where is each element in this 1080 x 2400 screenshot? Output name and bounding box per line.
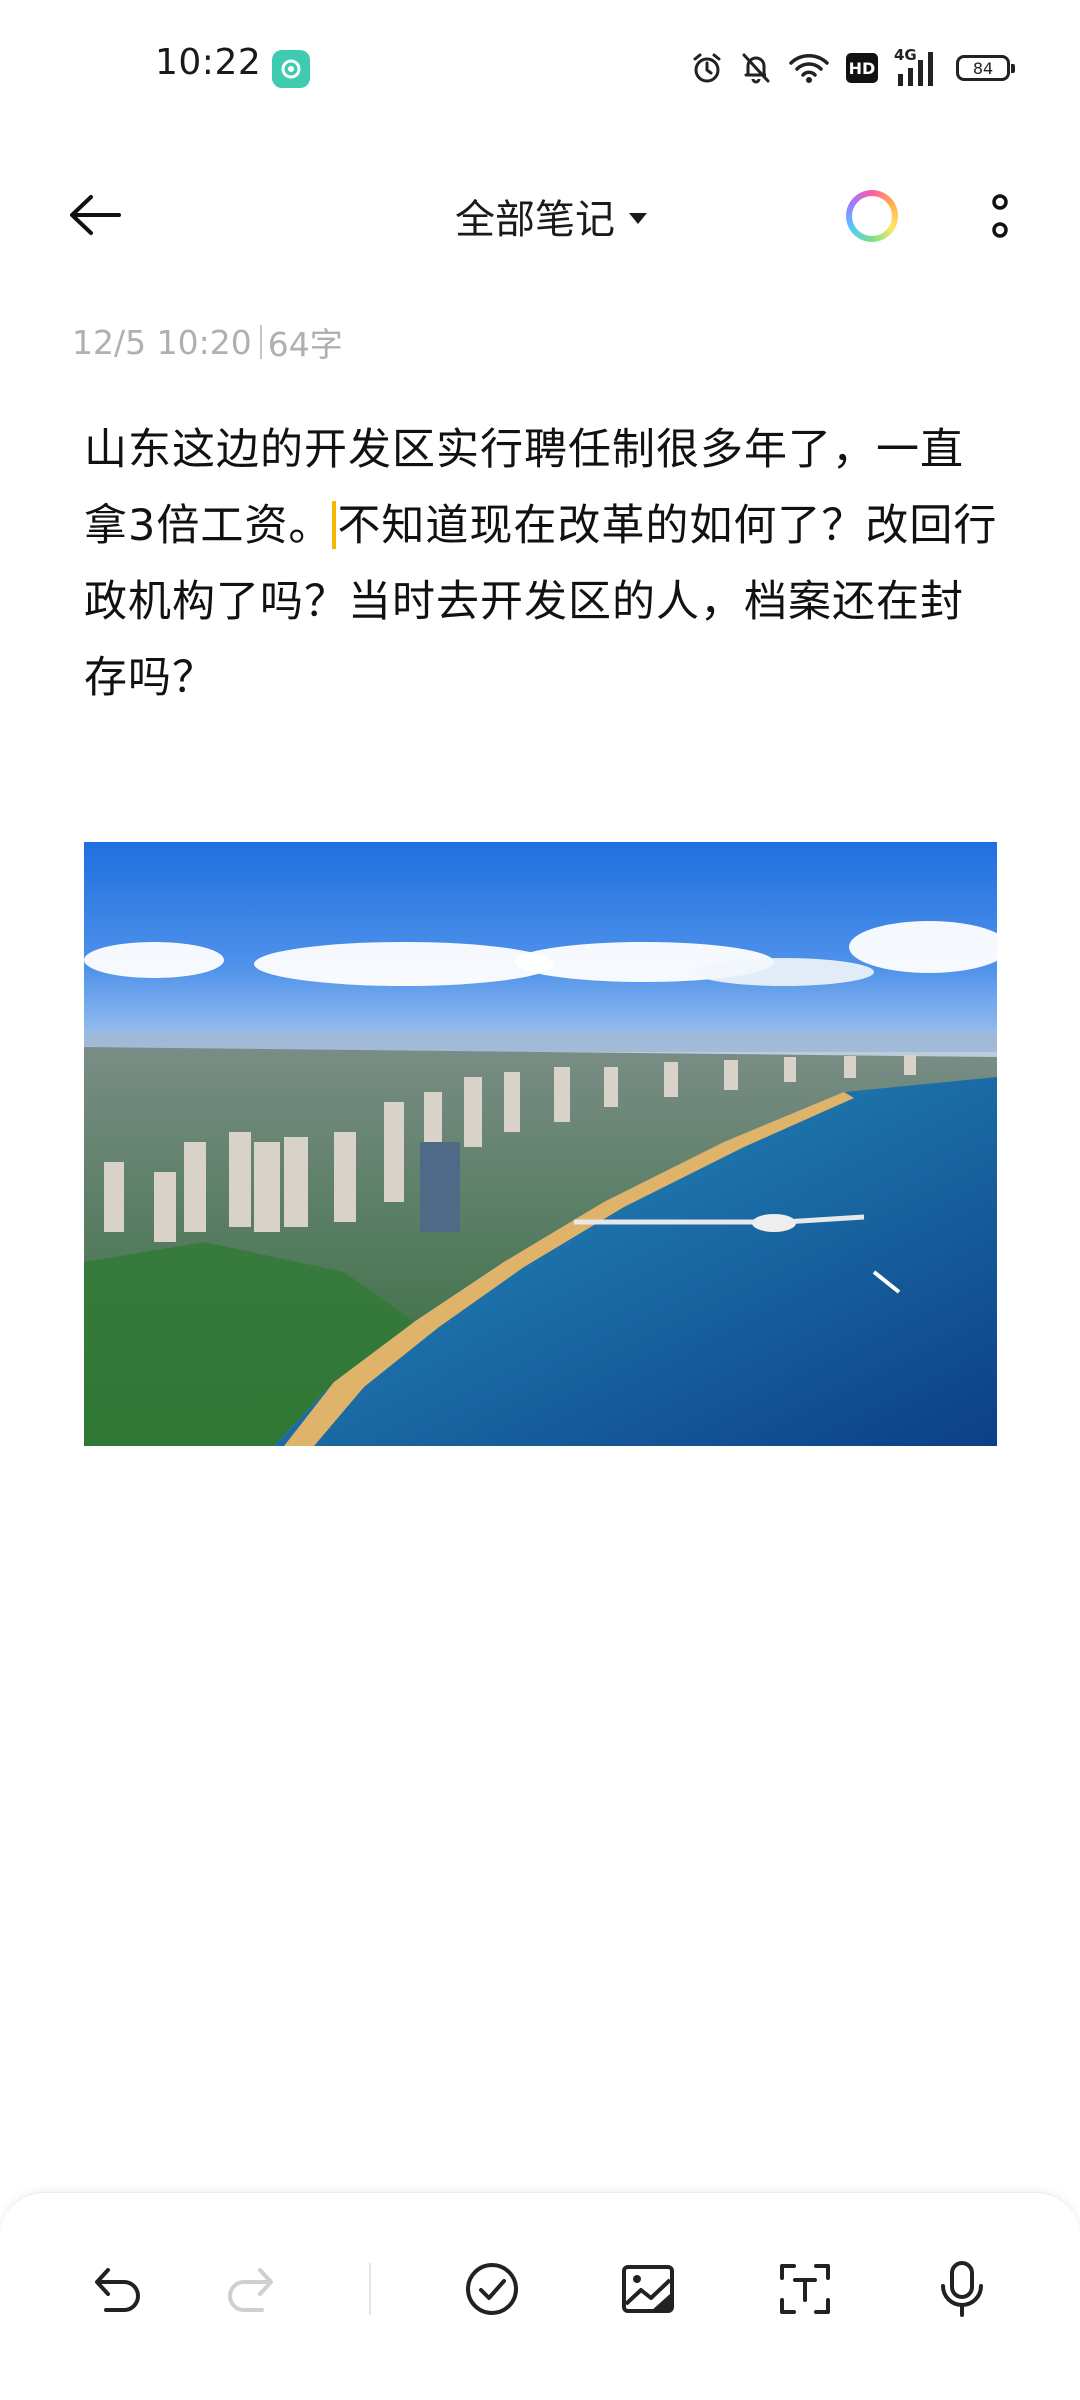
note-image[interactable] xyxy=(84,842,997,1446)
redo-button[interactable] xyxy=(210,2249,290,2329)
coastal-city-photo xyxy=(84,842,997,1446)
back-button[interactable] xyxy=(60,182,130,248)
check-circle-icon xyxy=(466,2263,518,2315)
undo-icon xyxy=(95,2268,140,2312)
voice-input-button[interactable] xyxy=(922,2249,1002,2329)
redo-icon xyxy=(228,2268,273,2312)
checklist-button[interactable] xyxy=(452,2249,532,2329)
word-count: 64字 xyxy=(267,325,343,364)
note-date: 12/5 10:20 xyxy=(72,322,252,362)
text-cursor xyxy=(332,501,337,549)
caret-down-icon xyxy=(629,212,647,224)
page-title: 全部笔记 xyxy=(455,197,615,243)
notes-editor-screen: 10:22 HD 4G 84 全部笔记 12/5 10:20 64字 山东这边的… xyxy=(0,0,1080,2400)
app-notification-icon xyxy=(272,50,310,88)
more-button[interactable] xyxy=(975,190,1025,244)
cell-signal-icon: 4G xyxy=(894,46,940,86)
status-icons: HD 4G 84 xyxy=(690,46,1015,88)
status-bar: 10:22 HD 4G 84 xyxy=(0,0,1080,140)
battery-icon: 84 xyxy=(956,55,1015,81)
toolbar-divider xyxy=(369,2263,371,2315)
arrow-left-icon xyxy=(70,195,121,235)
folder-selector[interactable]: 全部笔记 xyxy=(455,186,647,246)
text-scan-button[interactable] xyxy=(765,2249,845,2329)
alarm-icon xyxy=(693,53,721,83)
image-icon xyxy=(622,2265,674,2313)
meta-divider xyxy=(259,325,262,359)
undo-button[interactable] xyxy=(78,2249,158,2329)
muted-bell-icon xyxy=(742,53,770,84)
wifi-icon xyxy=(789,54,829,83)
hd-badge: HD xyxy=(846,53,878,83)
status-time: 10:22 xyxy=(155,42,262,83)
more-vertical-icon xyxy=(992,194,1008,238)
insert-image-button[interactable] xyxy=(608,2249,688,2329)
microphone-icon xyxy=(941,2261,983,2317)
color-ring-icon[interactable] xyxy=(846,190,898,242)
note-meta: 12/5 10:20 64字 xyxy=(72,318,343,366)
text-scan-icon xyxy=(780,2264,830,2314)
bottom-toolbar xyxy=(0,2192,1080,2400)
note-text-editor[interactable]: 山东这边的开发区实行聘任制很多年了，一直拿3倍工资。 不知道现在改革的如何了？改回… xyxy=(84,412,1004,716)
